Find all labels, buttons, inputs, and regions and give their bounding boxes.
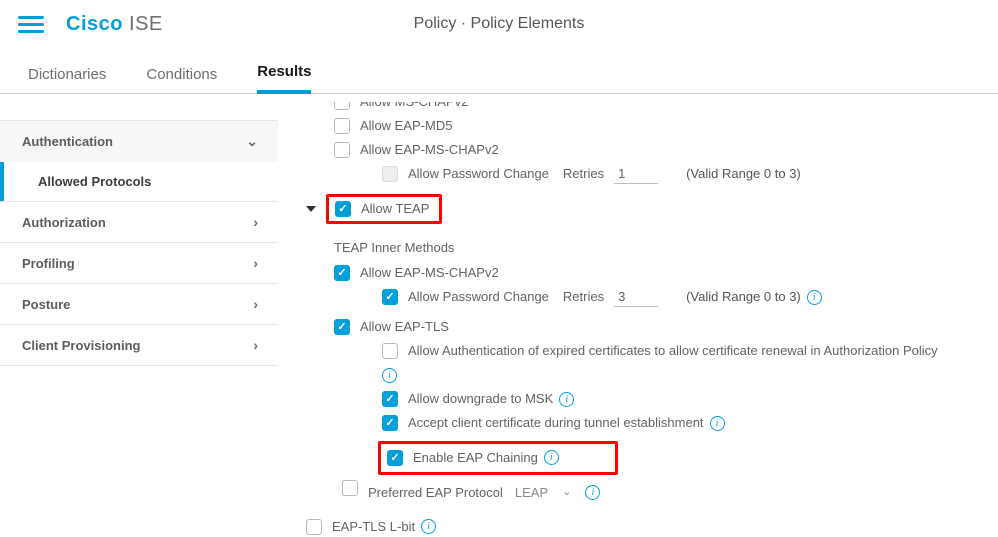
label-allow-downgrade-msk: Allow downgrade to MSK	[408, 389, 553, 409]
checkbox-allow-teap[interactable]	[335, 201, 351, 217]
chevron-right-icon: ›	[253, 255, 258, 271]
label-allow-auth-expired: Allow Authentication of expired certific…	[408, 341, 938, 361]
sidebar-label-client-provisioning: Client Provisioning	[22, 338, 140, 353]
chevron-down-icon: ⌄	[562, 484, 571, 501]
info-icon[interactable]	[421, 519, 436, 534]
label-allow-eap-md5: Allow EAP-MD5	[360, 116, 452, 136]
section-teap-inner-methods: TEAP Inner Methods	[334, 228, 978, 262]
content-panel: Allow MS-CHAPv2 Allow EAP-MD5 Allow EAP-…	[278, 102, 998, 537]
checkbox-teap-allow-password-change[interactable]	[382, 289, 398, 305]
info-icon[interactable]	[559, 392, 574, 407]
sidebar-group-authentication[interactable]: Authentication ⌄	[0, 121, 278, 162]
info-icon[interactable]	[382, 368, 397, 383]
select-preferred-eap-value: LEAP	[515, 483, 548, 503]
chevron-right-icon: ›	[253, 337, 258, 353]
sidebar: Authentication ⌄ Allowed Protocols Autho…	[0, 102, 278, 537]
sidebar-group-posture[interactable]: Posture ›	[0, 284, 278, 324]
checkbox-eap-tls-l-bit[interactable]	[306, 519, 322, 535]
checkbox-allow-eap-ms-chapv2[interactable]	[334, 142, 350, 158]
chevron-right-icon: ›	[253, 214, 258, 230]
highlight-enable-eap-chaining: Enable EAP Chaining	[378, 441, 618, 475]
chevron-down-icon: ⌄	[246, 133, 258, 150]
checkbox-allow-auth-expired[interactable]	[382, 343, 398, 359]
chevron-right-icon: ›	[253, 296, 258, 312]
label-allow-eap-ms-chapv2: Allow EAP-MS-CHAPv2	[360, 140, 499, 160]
info-icon[interactable]	[807, 290, 822, 305]
checkbox-teap-eap-ms-chapv2[interactable]	[334, 265, 350, 281]
sidebar-group-client-provisioning[interactable]: Client Provisioning ›	[0, 325, 278, 365]
sidebar-item-allowed-protocols[interactable]: Allowed Protocols	[0, 162, 278, 201]
caret-collapse-icon[interactable]	[306, 206, 316, 212]
brand-bold: Cisco	[66, 13, 123, 35]
label-retries: Retries	[563, 164, 604, 184]
checkbox-enable-eap-chaining[interactable]	[387, 450, 403, 466]
label-allow-eap-tls: Allow EAP-TLS	[360, 317, 449, 337]
brand-light: ISE	[123, 13, 163, 35]
select-preferred-eap[interactable]: LEAP ⌄	[515, 483, 571, 503]
sidebar-label-authorization: Authorization	[22, 215, 106, 230]
input-retries-1[interactable]	[614, 164, 658, 184]
brand-logo: Cisco ISE	[66, 13, 163, 36]
checkbox-allow-ms-chapv2[interactable]	[334, 102, 350, 110]
tab-dictionaries[interactable]: Dictionaries	[28, 66, 106, 93]
tab-conditions[interactable]: Conditions	[146, 66, 217, 93]
sidebar-group-authorization[interactable]: Authorization ›	[0, 202, 278, 242]
label-allow-ms-chapv2: Allow MS-CHAPv2	[360, 102, 468, 112]
breadcrumb: Policy · Policy Elements	[414, 15, 585, 33]
label-preferred-eap-protocol: Preferred EAP Protocol	[368, 483, 503, 503]
label-accept-client-cert: Accept client certificate during tunnel …	[408, 413, 704, 433]
label-retries-2: Retries	[563, 287, 604, 307]
sidebar-label-profiling: Profiling	[22, 256, 75, 271]
menu-hamburger-icon[interactable]	[18, 16, 44, 33]
info-icon[interactable]	[544, 450, 559, 465]
label-teap-allow-password-change: Allow Password Change	[408, 287, 549, 307]
tab-results[interactable]: Results	[257, 63, 311, 94]
checkbox-accept-client-cert[interactable]	[382, 415, 398, 431]
info-icon[interactable]	[710, 416, 725, 431]
info-icon[interactable]	[585, 485, 600, 500]
checkbox-allow-password-change-disabled	[382, 166, 398, 182]
page-tabs: Dictionaries Conditions Results	[0, 48, 998, 94]
checkbox-allow-eap-tls[interactable]	[334, 319, 350, 335]
sidebar-label-posture: Posture	[22, 297, 70, 312]
sidebar-label-authentication: Authentication	[22, 134, 113, 149]
label-teap-eap-ms-chapv2: Allow EAP-MS-CHAPv2	[360, 263, 499, 283]
sidebar-group-profiling[interactable]: Profiling ›	[0, 243, 278, 283]
label-allow-password-change: Allow Password Change	[408, 164, 549, 184]
highlight-allow-teap: Allow TEAP	[326, 194, 442, 224]
checkbox-allow-downgrade-msk[interactable]	[382, 391, 398, 407]
label-allow-teap: Allow TEAP	[361, 199, 429, 219]
input-retries-3[interactable]	[614, 287, 658, 307]
checkbox-allow-eap-md5[interactable]	[334, 118, 350, 134]
label-range-hint: (Valid Range 0 to 3)	[686, 164, 801, 184]
label-eap-tls-l-bit: EAP-TLS L-bit	[332, 517, 415, 537]
checkbox-preferred-eap-protocol[interactable]	[342, 480, 358, 496]
label-range-hint-2: (Valid Range 0 to 3)	[686, 287, 801, 307]
label-enable-eap-chaining: Enable EAP Chaining	[413, 448, 538, 468]
